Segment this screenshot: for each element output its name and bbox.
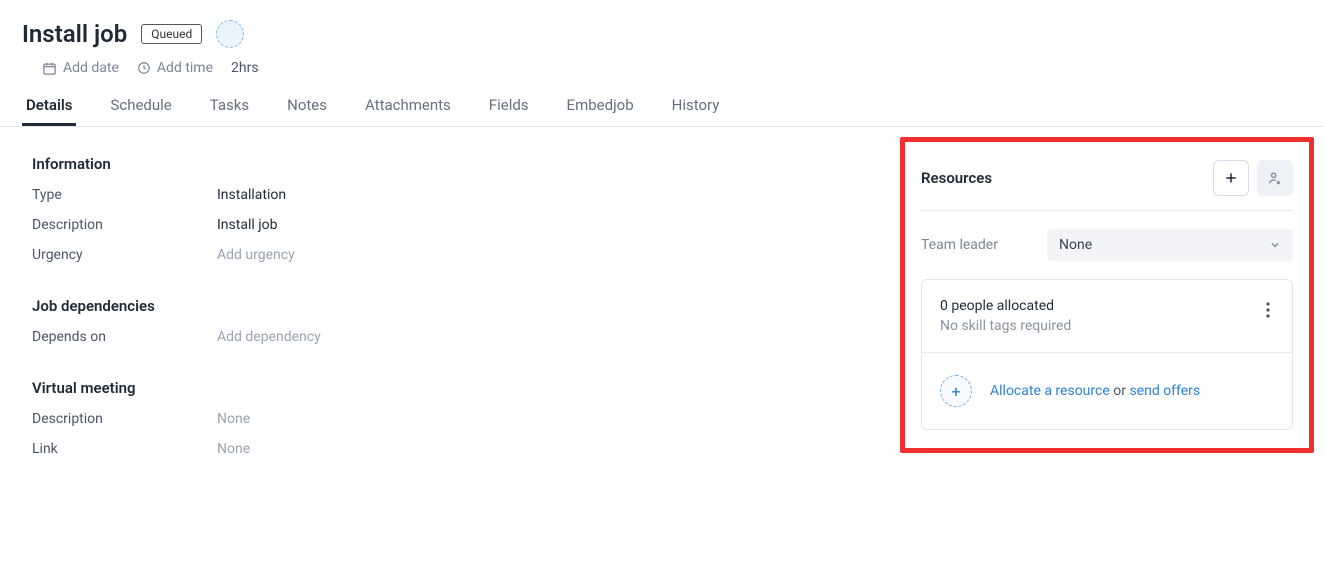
tab-tasks[interactable]: Tasks (206, 88, 253, 126)
chevron-down-icon (1269, 239, 1281, 251)
plus-icon: + (951, 382, 960, 401)
add-time-label: Add time (157, 60, 213, 76)
status-badge: Queued (141, 24, 202, 44)
person-remove-icon (1267, 170, 1283, 186)
tab-notes[interactable]: Notes (283, 88, 331, 126)
kebab-icon (1266, 302, 1270, 318)
add-resource-button[interactable] (1213, 160, 1249, 196)
allocate-resource-link[interactable]: Allocate a resource (990, 383, 1110, 399)
tab-fields[interactable]: Fields (485, 88, 533, 126)
description-value[interactable]: Install job (217, 217, 277, 233)
allocation-box: 0 people allocated No skill tags require… (921, 279, 1293, 430)
assignee-avatar-placeholder[interactable] (216, 20, 244, 48)
urgency-label: Urgency (32, 247, 217, 263)
tab-attachments[interactable]: Attachments (361, 88, 455, 126)
description-label: Description (32, 217, 217, 233)
vm-description-label: Description (32, 411, 217, 427)
type-value[interactable]: Installation (217, 187, 286, 203)
depends-on-placeholder[interactable]: Add dependency (217, 329, 321, 345)
dependencies-heading: Job dependencies (32, 297, 858, 315)
depends-on-label: Depends on (32, 329, 217, 345)
virtual-meeting-heading: Virtual meeting (32, 379, 858, 397)
allocated-count: 0 people allocated (940, 298, 1071, 314)
tab-history[interactable]: History (668, 88, 724, 126)
tab-schedule[interactable]: Schedule (106, 88, 175, 126)
calendar-icon (42, 61, 57, 76)
resources-heading: Resources (921, 169, 992, 187)
plus-icon (1223, 170, 1239, 186)
skill-tags-note: No skill tags required (940, 318, 1071, 334)
team-leader-value: None (1059, 237, 1092, 253)
add-time-button[interactable]: Add time (137, 60, 213, 76)
page-title: Install job (22, 20, 127, 48)
clock-icon (137, 61, 151, 75)
vm-description-value[interactable]: None (217, 411, 250, 427)
vm-link-value[interactable]: None (217, 441, 250, 457)
team-leader-label: Team leader (921, 237, 1031, 253)
team-leader-select[interactable]: None (1047, 229, 1293, 261)
type-label: Type (32, 187, 217, 203)
vm-link-label: Link (32, 441, 217, 457)
add-date-label: Add date (63, 60, 119, 76)
tab-details[interactable]: Details (22, 88, 76, 126)
tabs: Details Schedule Tasks Notes Attachments… (0, 88, 1324, 127)
send-offers-link[interactable]: send offers (1129, 383, 1200, 399)
duration-value: 2hrs (231, 60, 259, 76)
tab-embedjob[interactable]: Embedjob (563, 88, 638, 126)
add-date-button[interactable]: Add date (42, 60, 119, 76)
urgency-placeholder[interactable]: Add urgency (217, 247, 295, 263)
information-heading: Information (32, 155, 858, 173)
allocation-menu-button[interactable] (1262, 298, 1274, 326)
remove-resource-button[interactable] (1257, 160, 1293, 196)
or-text: or (1110, 383, 1130, 399)
allocate-circle-button[interactable]: + (940, 375, 972, 407)
resources-panel: Resources Team leader (900, 137, 1314, 453)
allocation-text: Allocate a resource or send offers (990, 383, 1200, 399)
